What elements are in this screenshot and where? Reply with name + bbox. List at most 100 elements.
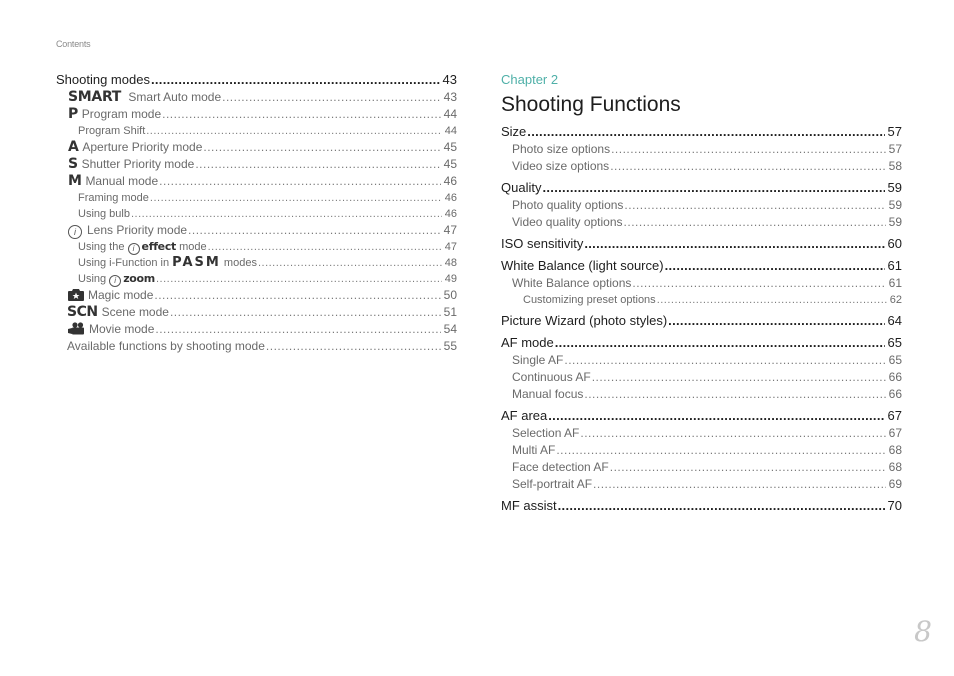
leader-dots bbox=[668, 312, 884, 330]
leader-dots bbox=[527, 123, 884, 141]
toc-entry-label: White Balance options bbox=[512, 276, 632, 290]
toc-entry-label: Video size options bbox=[512, 159, 610, 173]
toc-entry-quality[interactable]: Quality 59 bbox=[501, 179, 902, 197]
toc-entry-label: Using i-Function in bbox=[78, 257, 170, 269]
toc-entry-effect[interactable]: Using the ieffect mode 47 bbox=[56, 239, 457, 255]
toc-entry-page: 64 bbox=[887, 313, 902, 328]
toc-entry-self-portrait-af[interactable]: Self-portrait AF 69 bbox=[501, 476, 902, 493]
toc-entry-face-detection-af[interactable]: Face detection AF 68 bbox=[501, 459, 902, 476]
toc-entry-label: Manual mode bbox=[85, 174, 159, 188]
toc-entry-label: Video quality options bbox=[512, 215, 623, 229]
toc-entry-customizing-preset-options[interactable]: Customizing preset options 62 bbox=[501, 292, 902, 308]
toc-entry-photo-size-options[interactable]: Photo size options 57 bbox=[501, 141, 902, 158]
toc-entry-single-af[interactable]: Single AF 65 bbox=[501, 352, 902, 369]
toc-entry-page: 43 bbox=[443, 90, 457, 104]
toc-entry-page: 47 bbox=[443, 223, 457, 237]
i-function-icon: i bbox=[109, 275, 122, 287]
toc-entry-white-balance-options[interactable]: White Balance options 61 bbox=[501, 275, 902, 292]
toc-entry-photo-quality-options[interactable]: Photo quality options 59 bbox=[501, 197, 902, 214]
toc-entry-iso-sensitivity[interactable]: ISO sensitivity 60 bbox=[501, 235, 902, 253]
toc-entry-label: Program mode bbox=[81, 107, 162, 121]
toc-entry-movie[interactable]: Movie mode 54 bbox=[56, 321, 457, 338]
effect-label: effect bbox=[141, 240, 177, 253]
toc-entry-label: Multi AF bbox=[512, 443, 556, 457]
toc-entry-page: 44 bbox=[443, 107, 457, 121]
toc-entry-page: 57 bbox=[887, 124, 902, 139]
toc-entry-lens-priority[interactable]: i Lens Priority mode 47 bbox=[56, 222, 457, 239]
toc-entry-label: Face detection AF bbox=[512, 460, 609, 474]
toc-entry-label: Self-portrait AF bbox=[512, 477, 593, 491]
toc-entry-i-function[interactable]: Using i-Function in PASM modes 48 bbox=[56, 255, 457, 271]
toc-entry-page: 43 bbox=[442, 72, 457, 87]
leader-dots bbox=[580, 425, 885, 442]
leader-dots bbox=[151, 71, 440, 89]
toc-entry-mf-assist[interactable]: MF assist 70 bbox=[501, 497, 902, 515]
movie-camera-icon bbox=[68, 322, 84, 335]
toc-entry-white-balance-light-source[interactable]: White Balance (light source) 61 bbox=[501, 257, 902, 275]
toc-entry-scene[interactable]: SCNScene mode 51 bbox=[56, 304, 457, 321]
toc-entry-page: 48 bbox=[444, 257, 457, 269]
leader-dots bbox=[548, 407, 884, 425]
leader-dots bbox=[555, 334, 885, 352]
toc-entry-bulb[interactable]: Using bulb 46 bbox=[56, 206, 457, 222]
smart-mode-icon: SMART bbox=[68, 89, 122, 105]
toc-entry-available-functions[interactable]: Available functions by shooting mode 55 bbox=[56, 338, 457, 355]
toc-entry-video-size-options[interactable]: Video size options 58 bbox=[501, 158, 902, 175]
toc-entry-af-area[interactable]: AF area 67 bbox=[501, 407, 902, 425]
leader-dots bbox=[156, 271, 442, 287]
toc-entry-size[interactable]: Size 57 bbox=[501, 123, 902, 141]
toc-entry-aperture[interactable]: AAperture Priority mode 45 bbox=[56, 139, 457, 156]
toc-entry-zoom[interactable]: Using izoom 49 bbox=[56, 271, 457, 287]
toc-entry-label: Picture Wizard (photo styles) bbox=[501, 313, 668, 328]
toc-entry-label: Selection AF bbox=[512, 426, 580, 440]
toc-entry-page: 70 bbox=[887, 498, 902, 513]
toc-entry-label: ISO sensitivity bbox=[501, 236, 584, 251]
leader-dots bbox=[542, 179, 884, 197]
toc-entry-selection-af[interactable]: Selection AF 67 bbox=[501, 425, 902, 442]
toc-entry-label: Framing mode bbox=[78, 192, 149, 204]
toc-entry-page: 67 bbox=[887, 408, 902, 423]
toc-entry-label: Customizing preset options bbox=[523, 294, 656, 306]
toc-entry-page: 46 bbox=[443, 174, 457, 188]
toc-entry-page: 58 bbox=[888, 159, 902, 173]
magic-mode-icon bbox=[68, 289, 84, 301]
toc-entry-page: 45 bbox=[443, 140, 457, 154]
toc-entry-page: 65 bbox=[888, 353, 902, 367]
leader-dots bbox=[203, 139, 440, 156]
toc-entry-page: 50 bbox=[443, 288, 457, 302]
leader-dots bbox=[154, 287, 440, 304]
toc-entry-smart-auto[interactable]: SMART Smart Auto mode 43 bbox=[56, 89, 457, 106]
toc-entry-af-mode[interactable]: AF mode 65 bbox=[501, 334, 902, 352]
toc-entry-manual-focus[interactable]: Manual focus 66 bbox=[501, 386, 902, 403]
toc-entry-program-shift[interactable]: Program Shift 44 bbox=[56, 123, 457, 139]
leader-dots bbox=[592, 369, 886, 386]
toc-entry-label: Using bbox=[78, 273, 107, 285]
toc-entry-picture-wizard-photo-styles[interactable]: Picture Wizard (photo styles) 64 bbox=[501, 312, 902, 330]
leader-dots bbox=[170, 304, 441, 321]
leader-dots bbox=[610, 459, 886, 476]
page-number: 8 bbox=[914, 615, 932, 648]
toc-section-list: Size 57 Photo size options 57 Video size opt… bbox=[501, 123, 902, 515]
toc-entry-page: 69 bbox=[888, 477, 902, 491]
toc-entry-label: Manual focus bbox=[512, 387, 584, 401]
toc-entry-magic[interactable]: Magic mode 50 bbox=[56, 287, 457, 304]
leader-dots bbox=[146, 123, 442, 139]
toc-entry-manual[interactable]: MManual mode 46 bbox=[56, 173, 457, 190]
leader-dots bbox=[266, 338, 441, 355]
toc-entry-video-quality-options[interactable]: Video quality options 59 bbox=[501, 214, 902, 231]
toc-entry-framing[interactable]: Framing mode 46 bbox=[56, 190, 457, 206]
leader-dots bbox=[657, 292, 887, 308]
toc-entry-page: 44 bbox=[444, 125, 457, 137]
leader-dots bbox=[188, 222, 441, 239]
toc-entry-page: 66 bbox=[888, 387, 902, 401]
toc-entry-label: Smart Auto mode bbox=[128, 90, 222, 104]
toc-entry-shutter[interactable]: SShutter Priority mode 45 bbox=[56, 156, 457, 173]
toc-entry-multi-af[interactable]: Multi AF 68 bbox=[501, 442, 902, 459]
toc-entry-shooting-modes[interactable]: Shooting modes 43 bbox=[56, 71, 457, 89]
toc-entry-page: 51 bbox=[443, 305, 457, 319]
leader-dots bbox=[258, 255, 442, 271]
toc-entry-continuous-af[interactable]: Continuous AF 66 bbox=[501, 369, 902, 386]
shutter-mode-icon: S bbox=[68, 156, 78, 172]
toc-entry-page: 65 bbox=[887, 335, 902, 350]
toc-entry-program[interactable]: PProgram mode 44 bbox=[56, 106, 457, 123]
